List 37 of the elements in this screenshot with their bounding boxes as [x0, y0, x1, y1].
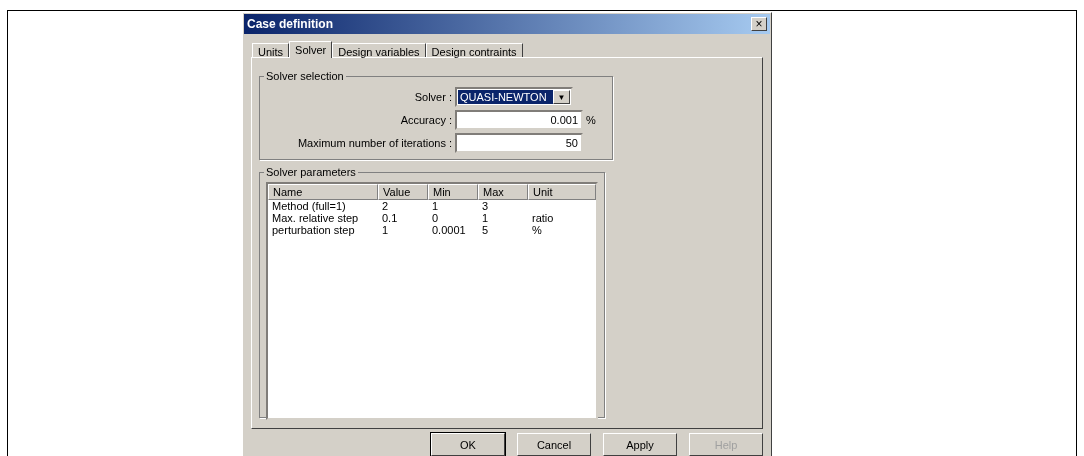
table-cell-text: 0 [431, 212, 440, 224]
column-header[interactable]: Unit [528, 184, 596, 200]
accuracy-label: Accuracy : [399, 114, 452, 126]
table-cell-text: perturbation step [271, 224, 356, 236]
table-cell-text: Max. relative step [271, 212, 360, 224]
solver-dropdown[interactable]: QUASI-NEWTON ▼ [455, 87, 573, 107]
tab[interactable]: Solver [289, 41, 333, 58]
table-cell-text: 1 [381, 224, 390, 236]
column-header[interactable]: Value [378, 184, 428, 200]
table-cell-text: ratio [531, 212, 555, 224]
dialog-button[interactable]: Cancel [517, 433, 591, 456]
tab[interactable]: Units [252, 43, 290, 57]
accuracy-field[interactable]: 0.001 [455, 110, 583, 130]
column-header[interactable]: Min [428, 184, 478, 200]
solver-label: Solver : [413, 91, 452, 103]
tab[interactable]: Design variables [332, 43, 426, 57]
iterations-label: Maximum number of iterations : [296, 137, 452, 149]
close-button[interactable]: × [751, 17, 767, 31]
table-cell-text: 5 [481, 224, 490, 236]
table-cell-text: Method (full=1) [271, 200, 347, 212]
group-title: Solver selection [265, 70, 345, 82]
dialog-button[interactable]: OK [431, 433, 505, 456]
tab[interactable]: Design contraints [425, 43, 523, 57]
table-cell-text: 0.1 [381, 212, 399, 224]
column-header[interactable]: Max [478, 184, 528, 200]
column-header[interactable]: Name [268, 184, 378, 200]
table-cell-text: % [531, 224, 543, 236]
table-cell-text: 1 [481, 212, 490, 224]
group-title: Solver parameters [265, 166, 357, 178]
window-title: Case definition [247, 17, 333, 31]
unit-label: % [586, 114, 597, 126]
table-cell-text: 1 [431, 200, 440, 212]
table-cell-text: 2 [381, 200, 390, 212]
table-cell-text: 3 [481, 200, 490, 212]
iterations-field[interactable]: 50 [455, 133, 583, 153]
dialog-button[interactable]: Apply [603, 433, 677, 456]
table-cell-text: 0.0001 [431, 224, 467, 236]
